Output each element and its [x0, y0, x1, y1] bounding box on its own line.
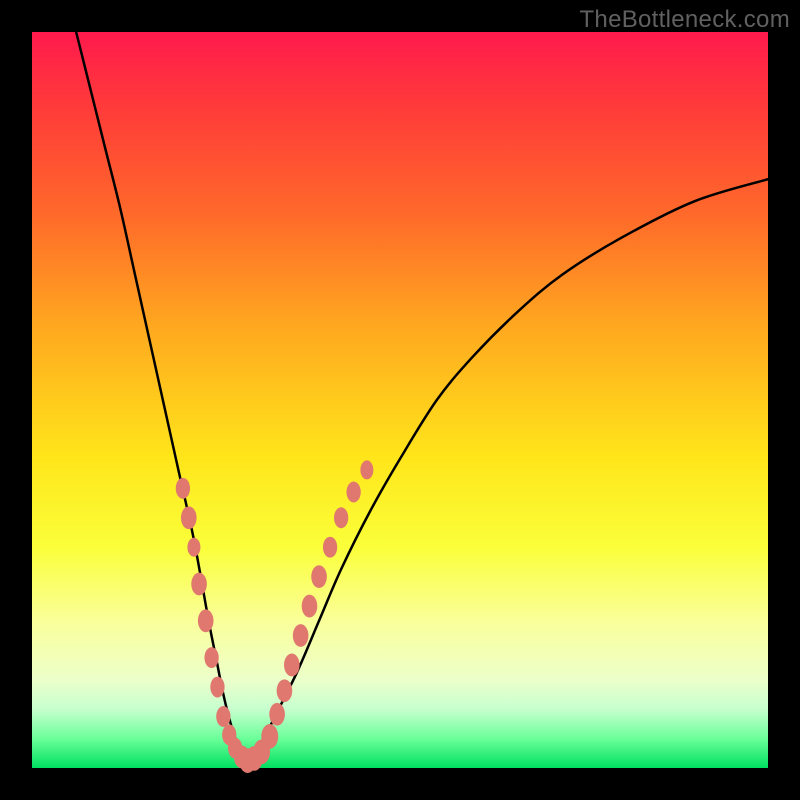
data-marker — [176, 478, 190, 499]
left-branch-curve — [76, 32, 245, 761]
data-marker — [181, 506, 197, 529]
data-marker — [261, 724, 278, 749]
data-marker — [216, 706, 230, 727]
data-marker — [346, 482, 360, 503]
data-marker — [284, 654, 300, 677]
data-marker — [311, 565, 327, 588]
chart-svg — [32, 32, 768, 768]
watermark-text: TheBottleneck.com — [579, 6, 790, 34]
data-marker — [323, 537, 337, 558]
data-marker — [360, 460, 373, 479]
marker-cluster — [176, 460, 374, 773]
right-branch-curve — [245, 179, 768, 760]
data-marker — [277, 679, 293, 702]
data-marker — [210, 677, 224, 698]
data-marker — [204, 647, 218, 668]
data-marker — [293, 624, 309, 647]
data-marker — [302, 595, 318, 618]
data-marker — [187, 538, 200, 557]
plot-area — [32, 32, 768, 768]
chart-frame: TheBottleneck.com — [0, 0, 800, 800]
data-marker — [269, 703, 285, 726]
data-marker — [334, 507, 348, 528]
data-marker — [191, 573, 207, 596]
data-marker — [198, 609, 214, 632]
